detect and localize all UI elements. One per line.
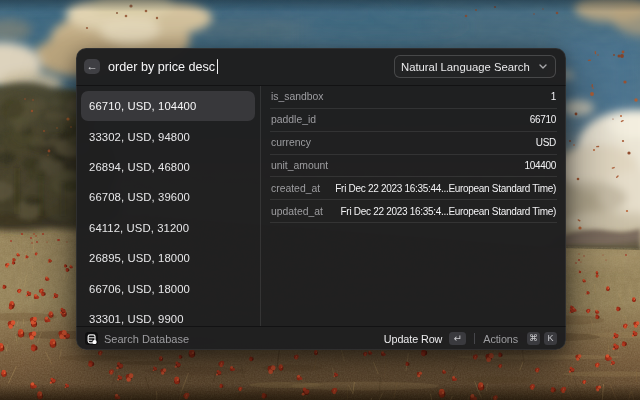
- update-row-label: Update Row: [384, 333, 442, 345]
- text-caret: [217, 59, 219, 74]
- detail-row: paddle_id 66710: [270, 109, 557, 132]
- detail-panel: is_sandbox 1 paddle_id 66710 currency USD unit…: [261, 86, 566, 326]
- k-key-icon: K: [544, 332, 557, 345]
- database-search-icon: [85, 332, 98, 345]
- actions-label: Actions: [483, 333, 518, 345]
- detail-row: is_sandbox 1: [270, 86, 557, 109]
- list-item[interactable]: 66710, USD, 104400: [81, 91, 255, 121]
- raycast-window: ← order by price desc Natural Language S…: [76, 48, 566, 350]
- statusbar-separator: [474, 333, 475, 344]
- detail-label: created_at: [271, 183, 320, 194]
- statusbar-actions: Update Row ↵ Actions ⌘ K: [384, 332, 557, 345]
- detail-row: currency USD: [270, 132, 557, 155]
- search-input[interactable]: order by price desc: [108, 59, 218, 74]
- detail-label: is_sandbox: [271, 91, 324, 102]
- detail-label: unit_amount: [271, 160, 328, 171]
- detail-label: currency: [271, 137, 311, 148]
- detail-value: USD: [536, 137, 556, 148]
- back-button[interactable]: ←: [84, 59, 100, 74]
- list-item[interactable]: 33301, USD, 9900: [81, 304, 255, 326]
- command-name: Search Database: [104, 333, 189, 345]
- search-bar: ← order by price desc Natural Language S…: [76, 48, 566, 85]
- search-mode-dropdown[interactable]: Natural Language Search: [394, 55, 556, 78]
- list-item[interactable]: 64112, USD, 31200: [81, 213, 255, 243]
- detail-row: created_at Fri Dec 22 2023 16:35:44...Eur…: [270, 177, 557, 200]
- list-item[interactable]: 66708, USD, 39600: [81, 182, 255, 212]
- search-mode-label: Natural Language Search: [401, 61, 530, 73]
- list-item[interactable]: 66706, USD, 18000: [81, 273, 255, 303]
- desktop: { "window": { "search": { "back_label": …: [0, 0, 640, 400]
- return-key-icon: ↵: [449, 332, 466, 345]
- detail-row: unit_amount 104400: [270, 155, 557, 178]
- results-list: 66710, USD, 10440033302, USD, 9480026894…: [76, 86, 260, 326]
- detail-label: updated_at: [271, 206, 323, 217]
- content-area: 66710, USD, 10440033302, USD, 9480026894…: [76, 86, 566, 326]
- search-query-text: order by price desc: [108, 60, 215, 74]
- list-item[interactable]: 33302, USD, 94800: [81, 121, 255, 151]
- list-item[interactable]: 26894, USD, 46800: [81, 152, 255, 182]
- actions-button[interactable]: Actions ⌘ K: [483, 332, 557, 345]
- detail-value: 1: [551, 91, 556, 102]
- detail-row: updated_at Fri Dec 22 2023 16:35:4...Euro…: [270, 200, 557, 223]
- back-arrow-icon: ←: [86, 61, 98, 73]
- detail-value: Fri Dec 22 2023 16:35:4...European Stand…: [341, 206, 556, 217]
- list-item[interactable]: 26895, USD, 18000: [81, 243, 255, 273]
- detail-value: 66710: [530, 114, 556, 125]
- detail-label: paddle_id: [271, 114, 316, 125]
- detail-value: 104400: [524, 160, 556, 171]
- status-bar: Search Database Update Row ↵ Actions ⌘ K: [76, 327, 566, 350]
- chevron-down-icon: [539, 64, 547, 69]
- command-key-icon: ⌘: [527, 332, 540, 345]
- detail-value: Fri Dec 22 2023 16:35:44...European Stan…: [335, 183, 556, 194]
- update-row-button[interactable]: Update Row ↵: [384, 332, 466, 345]
